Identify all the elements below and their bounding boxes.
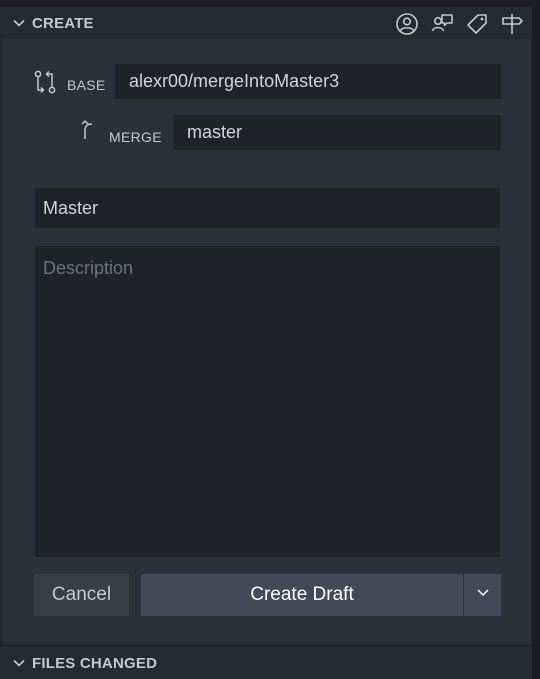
merge-branch-icon bbox=[79, 119, 99, 141]
top-divider bbox=[0, 0, 540, 7]
create-form: BASE alexr00/mergeIntoMaster3 MERGE mast… bbox=[3, 39, 531, 644]
create-section-header[interactable]: CREATE bbox=[0, 7, 532, 39]
description-input[interactable] bbox=[35, 246, 500, 557]
create-options-dropdown[interactable] bbox=[463, 574, 501, 616]
title-input[interactable] bbox=[35, 188, 500, 228]
labels-icon[interactable] bbox=[464, 11, 489, 36]
chevron-down-icon[interactable] bbox=[12, 16, 26, 30]
reviewers-icon[interactable] bbox=[429, 11, 454, 36]
chevron-down-icon[interactable] bbox=[12, 656, 26, 670]
files-changed-title: FILES CHANGED bbox=[32, 654, 158, 672]
create-draft-button[interactable]: Create Draft bbox=[141, 574, 463, 616]
base-branch-icon bbox=[33, 69, 57, 95]
base-branch-picker[interactable]: alexr00/mergeIntoMaster3 bbox=[115, 64, 501, 99]
merge-label: MERGE bbox=[109, 129, 162, 145]
create-pr-view: CREATE BASE alexr00/mergeIntoMaster3 MER… bbox=[0, 0, 540, 679]
cancel-button[interactable]: Cancel bbox=[34, 574, 129, 616]
chevron-down-icon bbox=[475, 584, 491, 606]
merge-branch-picker[interactable]: master bbox=[173, 115, 501, 150]
create-section-title: CREATE bbox=[32, 14, 94, 32]
base-label: BASE bbox=[67, 77, 106, 93]
panel-edge bbox=[532, 0, 540, 679]
files-changed-section-header[interactable]: FILES CHANGED bbox=[0, 647, 532, 679]
milestone-icon[interactable] bbox=[499, 11, 524, 36]
assignees-icon[interactable] bbox=[394, 11, 419, 36]
create-header-actions bbox=[394, 11, 524, 36]
